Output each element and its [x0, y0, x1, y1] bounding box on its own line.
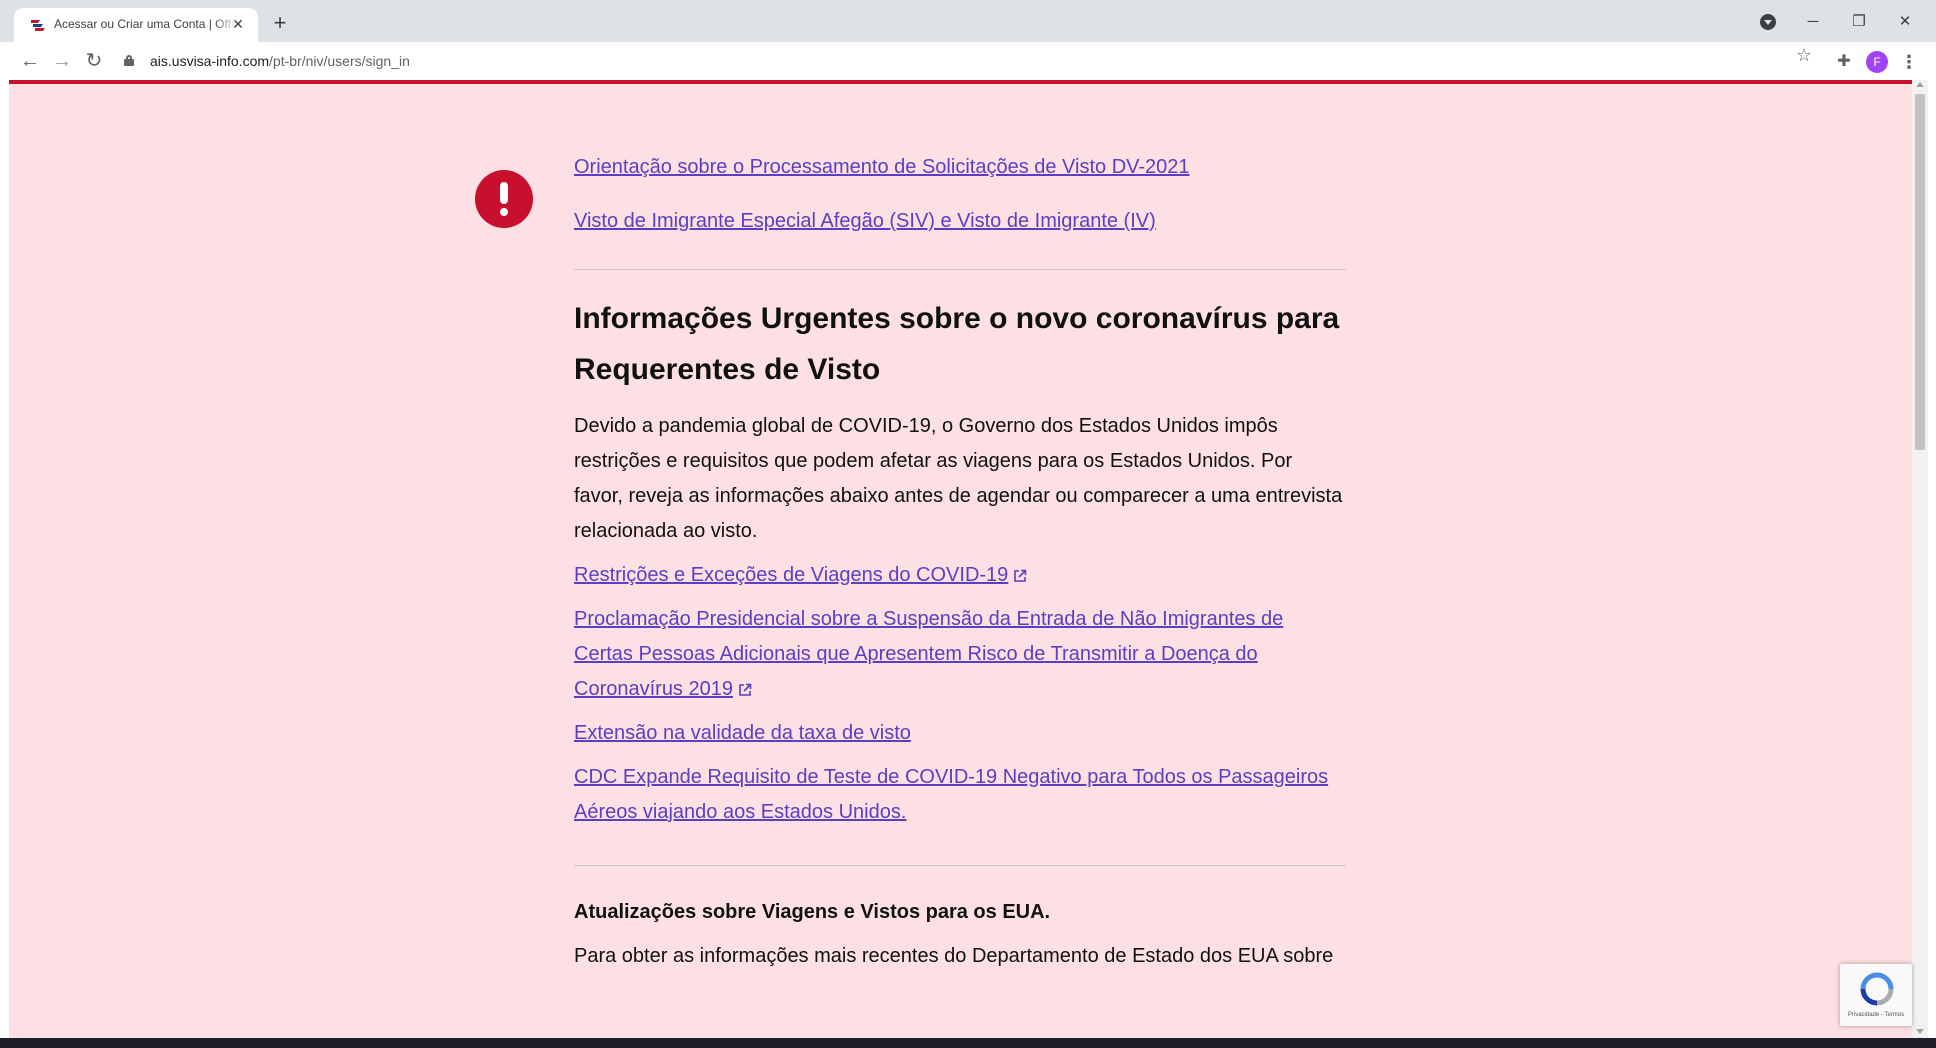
- restrictions-link-row: Restrições e Exceções de Viagens do COVI…: [574, 558, 1346, 593]
- close-icon[interactable]: ✕: [1882, 6, 1928, 38]
- external-link-icon: [739, 683, 752, 696]
- browser-toolbar: ← → ↻ ais.usvisa-info.com/pt-br/niv/user…: [0, 42, 1936, 80]
- tab-title: Acessar ou Criar uma Conta | Official U.…: [54, 17, 236, 31]
- url-domain: ais.usvisa-info.com: [150, 53, 270, 69]
- covid-restrictions-link[interactable]: Restrições e Exceções de Viagens do COVI…: [574, 564, 1008, 586]
- presidential-proclamation-link[interactable]: Proclamação Presidencial sobre a Suspens…: [574, 608, 1283, 700]
- forward-arrow-icon[interactable]: →: [48, 47, 76, 75]
- recaptcha-footer-text[interactable]: Privacidade - Termos: [1844, 1012, 1908, 1018]
- afghan-siv-link[interactable]: Visto de Imigrante Especial Afegão (SIV)…: [574, 204, 1346, 239]
- external-link-icon: [1014, 569, 1027, 582]
- scroll-up-arrow-icon[interactable]: [1916, 82, 1924, 87]
- os-taskbar: [0, 1038, 1936, 1048]
- new-tab-button[interactable]: +: [268, 12, 292, 36]
- proclamation-link-row: Proclamação Presidencial sobre a Suspens…: [574, 602, 1346, 707]
- recaptcha-badge[interactable]: Privacidade - Termos: [1840, 964, 1912, 1026]
- minimize-icon[interactable]: ─: [1790, 6, 1836, 38]
- tab-search-icon[interactable]: [1760, 14, 1776, 30]
- exclamation-alert-icon: [475, 170, 533, 228]
- tab-close-icon[interactable]: ✕: [230, 16, 246, 32]
- kebab-menu-icon[interactable]: ⋮: [1896, 48, 1922, 76]
- recaptcha-logo-icon: [1860, 972, 1894, 1006]
- cdc-testing-requirement-link[interactable]: CDC Expande Requisito de Teste de COVID-…: [574, 760, 1346, 830]
- page-viewport: Orientação sobre o Processamento de Soli…: [9, 80, 1912, 1038]
- extensions-puzzle-icon[interactable]: ✚: [1830, 48, 1858, 76]
- us-flag-favicon-icon: [31, 20, 45, 31]
- presidential-proclamation-label: Proclamação Presidencial sobre a Suspens…: [574, 608, 1284, 700]
- urgent-heading: Informações Urgentes sobre o novo corona…: [574, 302, 1340, 386]
- tab-strip: Acessar ou Criar uma Conta | Official U.…: [0, 0, 1936, 42]
- lock-icon[interactable]: [124, 55, 134, 66]
- scroll-down-arrow-icon[interactable]: [1916, 1029, 1924, 1034]
- url-path: /pt-br/niv/users/sign_in: [269, 53, 410, 69]
- back-arrow-icon[interactable]: ←: [16, 47, 44, 75]
- travel-updates-heading: Atualizações sobre Viagens e Vistos para…: [574, 901, 1051, 923]
- urgent-body-text: Devido a pandemia global de COVID-19, o …: [574, 415, 1343, 542]
- profile-avatar[interactable]: F: [1866, 51, 1888, 73]
- reload-icon[interactable]: ↻: [80, 47, 108, 75]
- url-text[interactable]: ais.usvisa-info.com/pt-br/niv/users/sign…: [150, 53, 410, 69]
- restore-icon[interactable]: ❐: [1836, 6, 1882, 38]
- main-content: Orientação sobre o Processamento de Soli…: [574, 84, 1346, 974]
- covid-restrictions-label: Restrições e Exceções de Viagens do COVI…: [574, 564, 1009, 586]
- window-edge: [0, 80, 9, 1038]
- travel-updates-body-text: Para obter as informações mais recentes …: [574, 945, 1334, 967]
- address-bar[interactable]: ais.usvisa-info.com/pt-br/niv/users/sign…: [118, 46, 1826, 76]
- visa-fee-extension-link[interactable]: Extensão na validade da taxa de visto: [574, 716, 1346, 751]
- scrollbar-thumb[interactable]: [1915, 94, 1925, 450]
- vertical-scrollbar[interactable]: [1912, 80, 1928, 1038]
- window-edge: [1928, 80, 1936, 1038]
- dv2021-guidance-link[interactable]: Orientação sobre o Processamento de Soli…: [574, 150, 1346, 185]
- star-icon[interactable]: ☆: [1796, 45, 1812, 66]
- browser-tab[interactable]: Acessar ou Criar uma Conta | Official U.…: [14, 8, 258, 42]
